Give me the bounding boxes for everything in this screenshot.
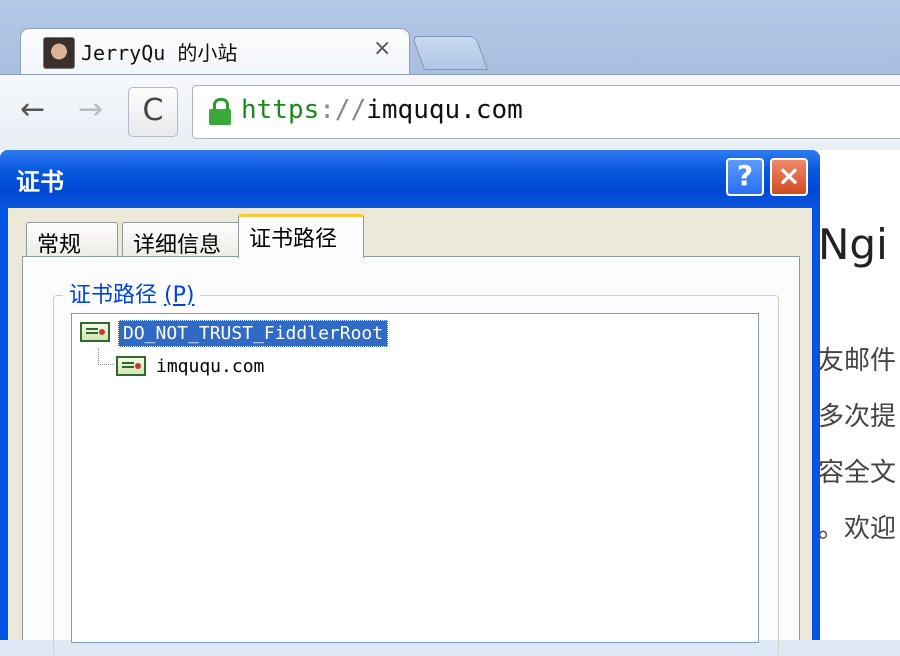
tab-panel: 证书路径 (P) DO_NOT_TRUST_FiddlerRoot imququ… [22, 256, 800, 656]
tree-connector [98, 348, 113, 365]
certificate-icon [80, 322, 110, 342]
certificate-dialog: 证书 ? × 常规 详细信息 证书路径 证书路径 (P) DO_NOT_TRUS… [0, 150, 820, 656]
tab-general[interactable]: 常规 [26, 222, 118, 258]
dialog-title: 证书 [16, 168, 64, 196]
page-text-line: 多次提 [818, 402, 897, 432]
dialog-titlebar[interactable]: 证书 ? × [0, 150, 820, 208]
tree-item-label: DO_NOT_TRUST_FiddlerRoot [118, 320, 389, 347]
tab-details[interactable]: 详细信息 [122, 222, 240, 258]
address-bar[interactable]: https://imququ.com [192, 85, 900, 139]
new-tab-button[interactable] [411, 36, 489, 70]
avatar-icon [43, 37, 75, 69]
forward-arrow-icon[interactable]: → [78, 95, 103, 125]
reload-icon: C [142, 93, 164, 128]
help-button[interactable]: ? [726, 158, 764, 196]
page-text-line: 友邮件 [818, 346, 897, 376]
group-label-mnemonic: (P) [164, 283, 195, 308]
group-label: 证书路径 (P) [63, 277, 201, 309]
browser-toolbar: ← → C https://imququ.com [0, 74, 900, 151]
reload-button[interactable]: C [128, 87, 178, 137]
tree-item-label: imququ.com [156, 356, 265, 377]
certificate-icon [116, 356, 146, 376]
close-button[interactable]: × [770, 158, 808, 196]
tab-certification-path[interactable]: 证书路径 [238, 214, 364, 258]
tab-strip: JerryQu 的小站 × [0, 0, 900, 74]
url-text: https://imququ.com [241, 95, 523, 125]
certificate-tree[interactable]: DO_NOT_TRUST_FiddlerRoot imququ.com [71, 313, 759, 643]
group-label-text: 证书路径 [69, 283, 158, 308]
dialog-body: 常规 详细信息 证书路径 证书路径 (P) DO_NOT_TRUST_Fiddl… [8, 208, 812, 656]
lock-icon[interactable] [209, 98, 231, 125]
page-text-line: 。欢迎 [818, 514, 897, 544]
back-arrow-icon[interactable]: ← [20, 95, 45, 125]
url-host: imququ.com [366, 95, 523, 125]
browser-tab[interactable]: JerryQu 的小站 × [20, 28, 410, 74]
tab-close-icon[interactable]: × [373, 36, 391, 61]
page-heading: Ngi [818, 220, 888, 269]
tab-title: JerryQu 的小站 [81, 41, 238, 65]
page-text-line: 容全文 [818, 458, 897, 488]
url-separator: :// [319, 95, 367, 125]
url-scheme: https [241, 95, 320, 125]
